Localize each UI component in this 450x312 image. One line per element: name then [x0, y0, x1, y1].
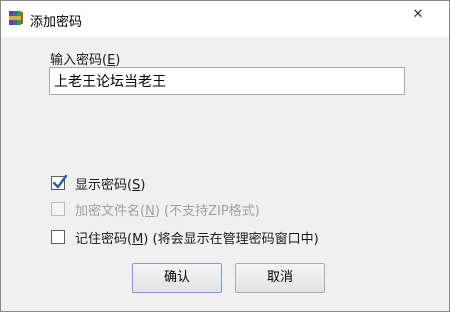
remember-password-label: 记住密码(M) (将会显示在管理密码窗口中)	[75, 231, 319, 247]
encrypt-filenames-checkbox	[51, 202, 65, 216]
title-bar[interactable]: 添加密码 ✕	[1, 1, 449, 37]
password-label: 输入密码(E)	[50, 53, 121, 68]
remember-password-option[interactable]: 记住密码(M) (将会显示在管理密码窗口中)	[51, 227, 319, 247]
winrar-archive-icon	[8, 10, 24, 26]
add-password-dialog: 添加密码 ✕ 输入密码(E) 显示密码(S) 加密文件名(N) (不支持ZIP格…	[0, 0, 450, 312]
show-password-checkbox[interactable]	[51, 174, 68, 190]
password-input[interactable]	[49, 67, 405, 95]
show-password-option[interactable]: 显示密码(S)	[51, 173, 145, 193]
remember-password-checkbox[interactable]	[51, 230, 65, 244]
close-button[interactable]: ✕	[403, 4, 433, 26]
show-password-label: 显示密码(S)	[75, 177, 146, 193]
ok-button[interactable]: 确认	[132, 263, 222, 293]
encrypt-filenames-option: 加密文件名(N) (不支持ZIP格式)	[51, 199, 260, 219]
window-title: 添加密码	[30, 15, 83, 30]
dialog-body: 输入密码(E) 显示密码(S) 加密文件名(N) (不支持ZIP格式) 记住密码…	[1, 37, 449, 311]
close-icon: ✕	[412, 7, 424, 22]
cancel-button[interactable]: 取消	[235, 263, 325, 293]
checkmark-icon	[52, 174, 68, 189]
encrypt-filenames-label: 加密文件名(N) (不支持ZIP格式)	[75, 203, 260, 219]
